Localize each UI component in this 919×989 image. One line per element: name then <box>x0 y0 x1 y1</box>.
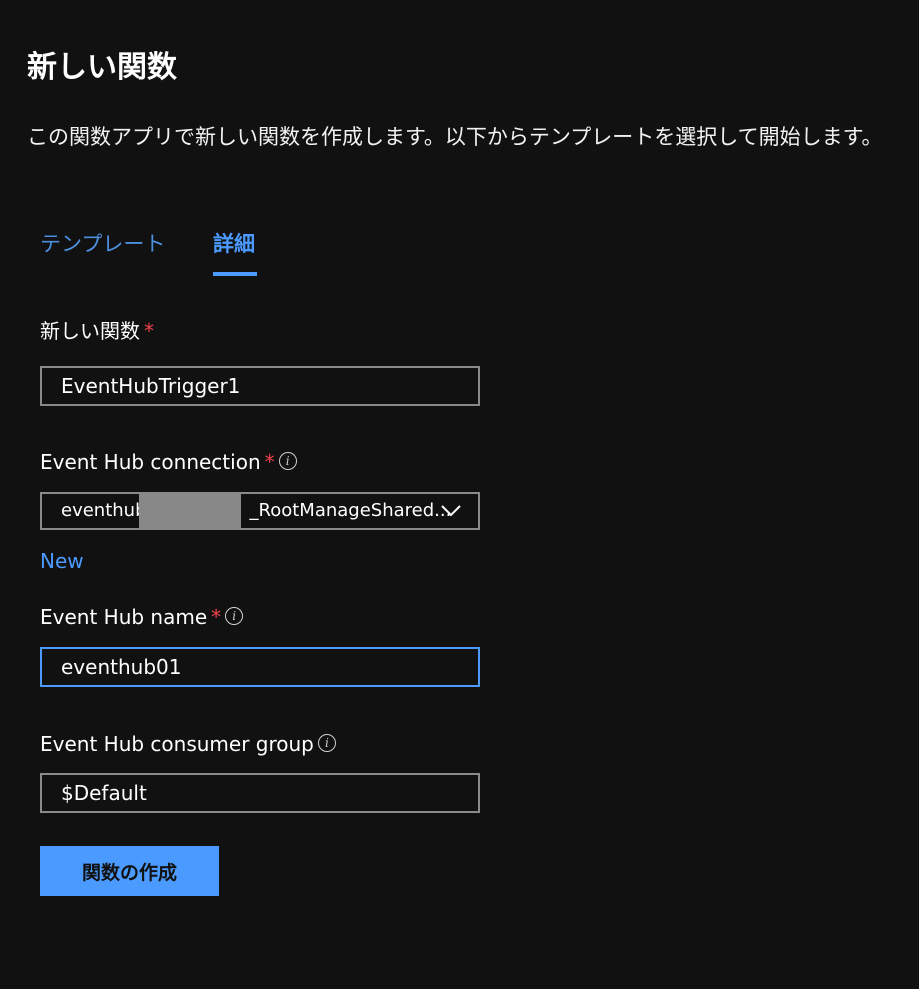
page-description: この関数アプリで新しい関数を作成します。以下からテンプレートを選択して開始します… <box>27 125 883 149</box>
connection-label: Event Hub connection * i <box>40 447 297 477</box>
connection-dropdown[interactable]: eventhub _RootManageShared... <box>40 492 480 530</box>
redacted-block <box>139 492 241 530</box>
hub-name-label: Event Hub name * i <box>40 602 244 632</box>
consumer-group-label: Event Hub consumer group i <box>40 729 336 759</box>
info-icon[interactable]: i <box>317 734 336 752</box>
chevron-down-icon <box>441 505 461 517</box>
new-connection-link[interactable]: New <box>40 546 84 576</box>
function-name-label: 新しい関数 * <box>40 316 154 346</box>
info-icon[interactable]: i <box>225 607 244 625</box>
connection-value: eventhub _RootManageShared... <box>61 494 451 528</box>
connection-value-prefix: eventhub <box>61 500 147 521</box>
new-function-panel: 新しい関数 この関数アプリで新しい関数を作成します。以下からテンプレートを選択し… <box>0 0 919 989</box>
consumer-group-field <box>40 773 480 813</box>
selected-tab-indicator <box>213 272 257 276</box>
consumer-group-label-text: Event Hub consumer group <box>40 732 314 756</box>
hub-name-label-text: Event Hub name <box>40 605 208 629</box>
create-function-button[interactable]: 関数の作成 <box>40 846 219 896</box>
tab-templates[interactable]: テンプレート <box>40 226 165 262</box>
function-name-field <box>40 366 480 406</box>
function-name-label-text: 新しい関数 <box>40 319 140 343</box>
required-marker: * <box>144 319 154 343</box>
page-title: 新しい関数 <box>27 50 177 85</box>
hub-name-field <box>40 647 480 687</box>
required-marker: * <box>264 450 275 474</box>
connection-value-suffix: _RootManageShared... <box>249 500 452 521</box>
required-marker: * <box>211 605 222 629</box>
hub-name-input[interactable] <box>42 649 478 685</box>
function-name-input[interactable] <box>42 368 478 404</box>
tab-bar: テンプレート 詳細 <box>40 226 340 278</box>
connection-label-text: Event Hub connection <box>40 450 261 474</box>
consumer-group-input[interactable] <box>42 775 478 811</box>
info-icon[interactable]: i <box>278 452 297 470</box>
tab-details[interactable]: 詳細 <box>213 226 255 262</box>
